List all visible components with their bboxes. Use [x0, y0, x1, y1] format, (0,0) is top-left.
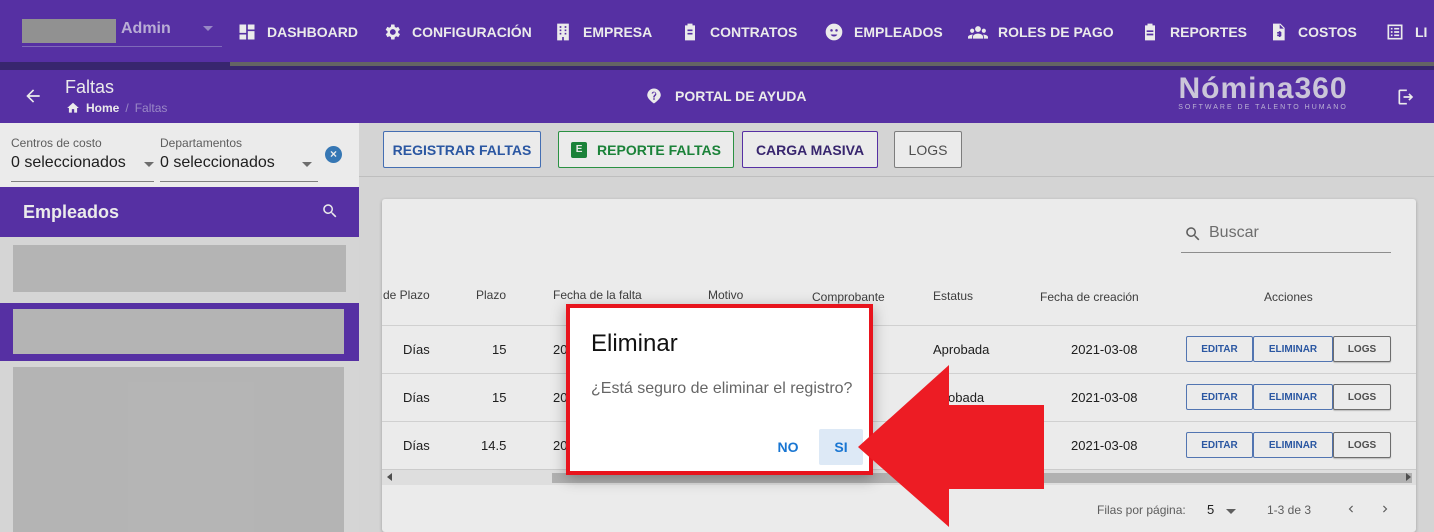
dialog-message: ¿Está seguro de eliminar el registro?	[591, 380, 853, 397]
dialog-title: Eliminar	[591, 330, 678, 357]
delete-confirmation-dialog: Eliminar ¿Está seguro de eliminar el reg…	[566, 304, 873, 475]
highlight-arrow-icon	[858, 365, 1044, 527]
dialog-no-button[interactable]: NO	[764, 429, 812, 465]
